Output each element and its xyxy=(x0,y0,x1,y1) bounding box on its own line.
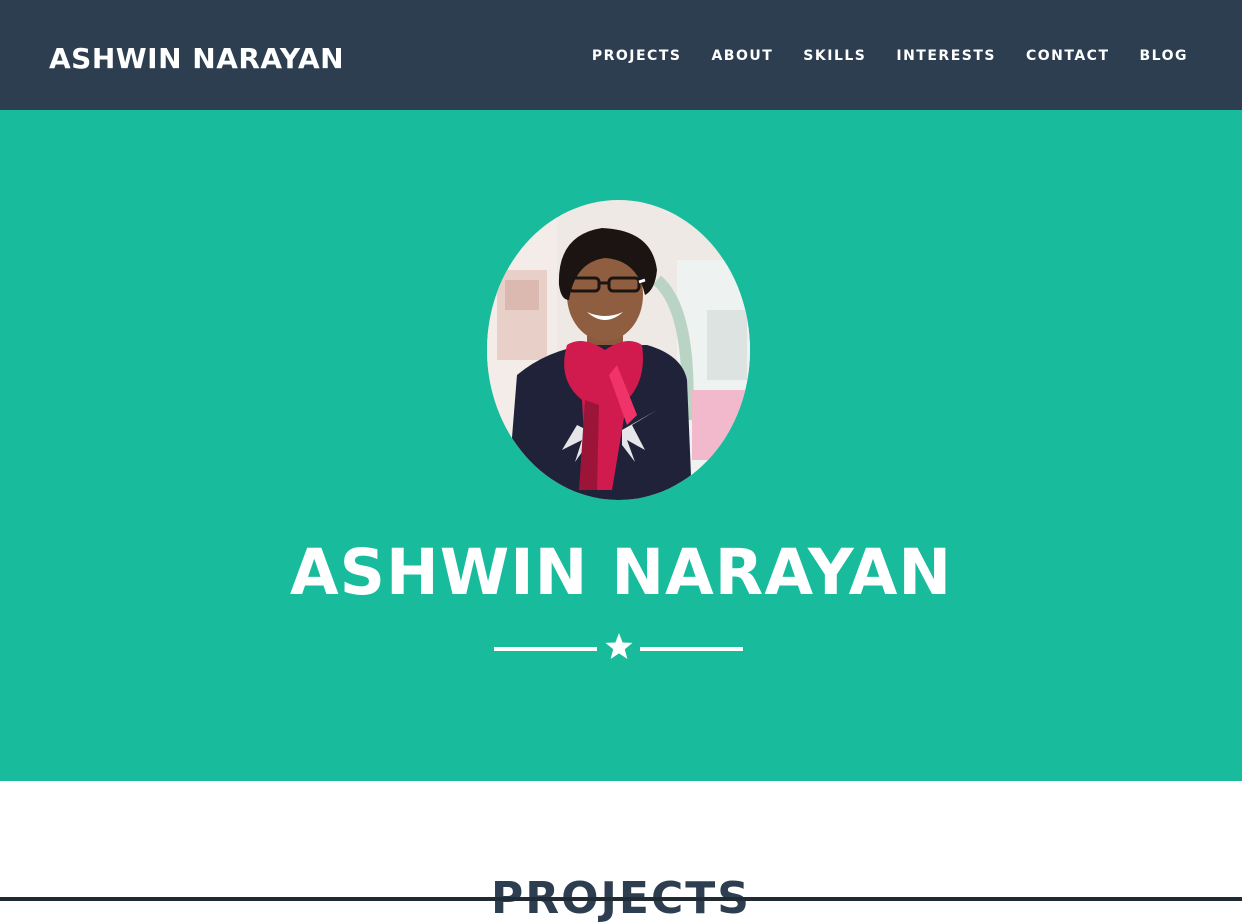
divider-line-left xyxy=(494,647,597,651)
nav-item-skills: SKILLS xyxy=(803,44,866,68)
nav-item-blog: BLOG xyxy=(1140,44,1189,68)
nav-item-contact: CONTACT xyxy=(1026,44,1110,68)
nav-item-interests: INTERESTS xyxy=(896,44,996,68)
nav-link-contact[interactable]: CONTACT xyxy=(1026,48,1110,64)
nav-link-about[interactable]: ABOUT xyxy=(711,48,773,64)
profile-photo xyxy=(487,200,750,500)
hero-section: ASHWIN NARAYAN xyxy=(0,110,1242,781)
nav-link-projects[interactable]: PROJECTS xyxy=(592,48,682,64)
nav-link-interests[interactable]: INTERESTS xyxy=(896,48,996,64)
nav-link-blog[interactable]: BLOG xyxy=(1140,48,1189,64)
bottom-edge-bar xyxy=(0,897,1242,901)
star-icon xyxy=(605,633,633,659)
nav-item-projects: PROJECTS xyxy=(592,44,682,68)
divider-line-right xyxy=(640,647,743,651)
brand-link[interactable]: ASHWIN NARAYAN xyxy=(49,39,344,79)
hero-title: ASHWIN NARAYAN xyxy=(289,536,953,609)
main-nav: PROJECTS ABOUT SKILLS INTERESTS CONTACT … xyxy=(592,44,1188,68)
top-navbar: ASHWIN NARAYAN PROJECTS ABOUT SKILLS INT… xyxy=(0,0,1242,110)
nav-link-skills[interactable]: SKILLS xyxy=(803,48,866,64)
nav-item-about: ABOUT xyxy=(711,44,773,68)
star-divider xyxy=(494,630,744,666)
